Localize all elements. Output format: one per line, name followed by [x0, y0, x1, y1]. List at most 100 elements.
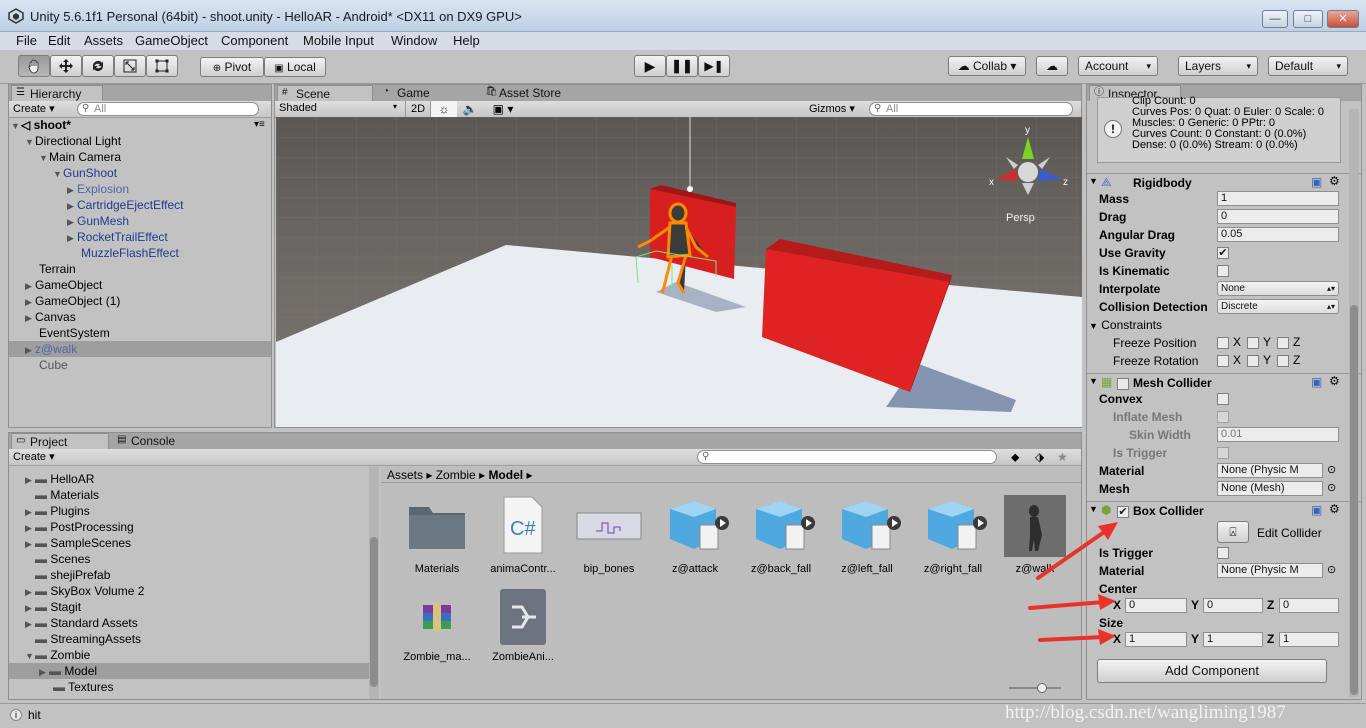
icon-size-slider[interactable] [1009, 683, 1061, 693]
edit-collider-button[interactable]: ⍓ [1217, 521, 1249, 543]
folder-item[interactable]: ▬ Scenes [35, 551, 90, 567]
menu-window[interactable]: Window [391, 33, 437, 48]
rect-tool-button[interactable] [146, 55, 178, 77]
asset-item[interactable]: C# animaContr... [483, 495, 563, 575]
tree-item[interactable]: ▶ GunMesh [67, 213, 129, 229]
hand-tool-button[interactable] [18, 55, 50, 77]
lighting-toggle[interactable]: ☼ [431, 101, 457, 117]
tab-game[interactable]: ◔ Game [379, 85, 469, 101]
tree-item[interactable]: ▶ GameObject (1) [25, 293, 120, 309]
folder-item[interactable]: ▶ ▬ Standard Assets [25, 615, 138, 631]
angular-drag-field[interactable]: 0.05 [1217, 227, 1339, 242]
tree-item-selected[interactable]: ▶ z@walk [25, 341, 77, 357]
scene-viewport[interactable]: y x z Persp [276, 117, 1082, 427]
freeze-rot-z-checkbox[interactable] [1277, 355, 1289, 367]
effects-dropdown[interactable]: ▣ ▾ [483, 101, 523, 117]
pause-button[interactable]: ❚❚ [666, 55, 698, 77]
pivot-toggle[interactable]: ⊕ Pivot [200, 57, 264, 77]
freeze-pos-y-checkbox[interactable] [1247, 337, 1259, 349]
hierarchy-search-input[interactable]: ⚲ All [77, 102, 259, 116]
folder-item[interactable]: ▶ ▬ HelloAR [25, 471, 94, 487]
step-button[interactable]: ▶❚ [698, 55, 730, 77]
size-y-field[interactable]: 1 [1203, 632, 1263, 647]
folder-item[interactable]: ▶ ▬ Plugins [25, 503, 90, 519]
constraints-foldout[interactable]: ▼ Constraints [1089, 317, 1162, 333]
folder-item[interactable]: ▶ ▬ SkyBox Volume 2 [25, 583, 144, 599]
tree-item[interactable]: ▶ RocketTrailEffect [67, 229, 168, 245]
asset-item[interactable]: z@right_fall [913, 495, 993, 575]
folder-item[interactable]: ▶ ▬ Stagit [25, 599, 81, 615]
tree-item[interactable]: Cube [39, 357, 68, 373]
tree-item[interactable]: MuzzleFlashEffect [81, 245, 179, 261]
is-kinematic-checkbox[interactable] [1217, 265, 1229, 277]
drag-field[interactable]: 0 [1217, 209, 1339, 224]
collision-detection-dropdown[interactable]: Discrete ▴▾ [1217, 299, 1339, 314]
object-picker-icon[interactable]: ⊙ [1327, 481, 1336, 494]
close-button[interactable]: ✕ [1327, 10, 1359, 28]
add-component-button[interactable]: Add Component [1097, 659, 1327, 683]
menu-help[interactable]: Help [453, 33, 480, 48]
audio-toggle[interactable]: 🔈 [457, 101, 483, 117]
tree-item[interactable]: ▶ GameObject [25, 277, 102, 293]
breadcrumb-item[interactable]: Model [488, 468, 523, 482]
box-is-trigger-checkbox[interactable] [1217, 547, 1229, 559]
freeze-pos-x-checkbox[interactable] [1217, 337, 1229, 349]
gear-icon[interactable]: ⚙ [1329, 374, 1340, 388]
mesh-field[interactable]: None (Mesh) [1217, 481, 1323, 496]
breadcrumb-item[interactable]: Assets [387, 468, 423, 482]
tab-console[interactable]: ▤ Console [113, 433, 203, 449]
folder-item[interactable]: ▬ StreamingAssets [35, 631, 141, 647]
inspector-scrollbar[interactable] [1349, 109, 1359, 697]
scene-menu-icon[interactable]: ▾≡ [254, 119, 265, 130]
gear-icon[interactable]: ⚙ [1329, 502, 1340, 516]
status-message[interactable]: hit [28, 708, 41, 722]
interpolate-dropdown[interactable]: None ▴▾ [1217, 281, 1339, 296]
freeze-pos-z-checkbox[interactable] [1277, 337, 1289, 349]
mesh-collider-enabled-checkbox[interactable] [1117, 378, 1129, 390]
asset-item[interactable]: Zombie_ma... [397, 587, 477, 663]
folder-item[interactable]: ▬ Textures [53, 679, 113, 695]
size-x-field[interactable]: 1 [1125, 632, 1187, 647]
freeze-rot-y-checkbox[interactable] [1247, 355, 1259, 367]
filter-type-icon[interactable]: ⬥ [1011, 450, 1019, 465]
use-gravity-checkbox[interactable]: ✔ [1217, 247, 1229, 259]
minimize-button[interactable]: — [1262, 10, 1288, 28]
local-toggle[interactable]: ▣ Local [264, 57, 326, 77]
scale-tool-button[interactable] [114, 55, 146, 77]
hierarchy-create-button[interactable]: Create ▾ [13, 102, 55, 115]
asset-item[interactable]: z@left_fall [827, 495, 907, 575]
shading-dropdown[interactable]: Shaded ▾ [279, 102, 399, 114]
menu-edit[interactable]: Edit [48, 33, 70, 48]
asset-item[interactable]: ZombieAni... [483, 587, 563, 663]
tree-item[interactable]: ▼Main Camera [39, 149, 121, 165]
tree-item[interactable]: Terrain [39, 261, 76, 277]
asset-item[interactable]: z@back_fall [741, 495, 821, 575]
layout-dropdown[interactable]: Default ▾ [1268, 56, 1348, 76]
maximize-button[interactable]: □ [1293, 10, 1323, 28]
asset-item[interactable]: z@attack [655, 495, 735, 575]
play-button[interactable]: ▶ [634, 55, 666, 77]
folder-item[interactable]: ▼▬ Zombie [25, 647, 90, 663]
favorite-star-icon[interactable]: ★ [1057, 450, 1068, 464]
tree-item[interactable]: ▶ Explosion [67, 181, 129, 197]
layers-dropdown[interactable]: Layers ▾ [1178, 56, 1258, 76]
folder-item[interactable]: ▬ Materials [35, 487, 99, 503]
tree-item[interactable]: ▼GunShoot [53, 165, 117, 181]
help-icon[interactable]: ▣ [1311, 175, 1322, 189]
help-icon[interactable]: ▣ [1311, 375, 1322, 389]
asset-item[interactable]: bip_bones [569, 495, 649, 575]
move-tool-button[interactable] [50, 55, 82, 77]
toggle-2d-button[interactable]: 2D [405, 101, 431, 117]
project-search-input[interactable]: ⚲ [697, 450, 997, 464]
persp-label[interactable]: Persp [1006, 212, 1035, 224]
folder-item[interactable]: ▶ ▬ PostProcessing [25, 519, 134, 535]
tree-item[interactable]: ▶ Canvas [25, 309, 76, 325]
filter-label-icon[interactable]: ⬗ [1035, 450, 1044, 464]
size-z-field[interactable]: 1 [1279, 632, 1339, 647]
center-y-field[interactable]: 0 [1203, 598, 1263, 613]
tree-item[interactable]: ▶ CartridgeEjectEffect [67, 197, 184, 213]
menu-component[interactable]: Component [221, 33, 288, 48]
mesh-material-field[interactable]: None (Physic M [1217, 463, 1323, 478]
tab-hierarchy[interactable]: ☰ Hierarchy [11, 85, 103, 101]
rotate-tool-button[interactable] [82, 55, 114, 77]
